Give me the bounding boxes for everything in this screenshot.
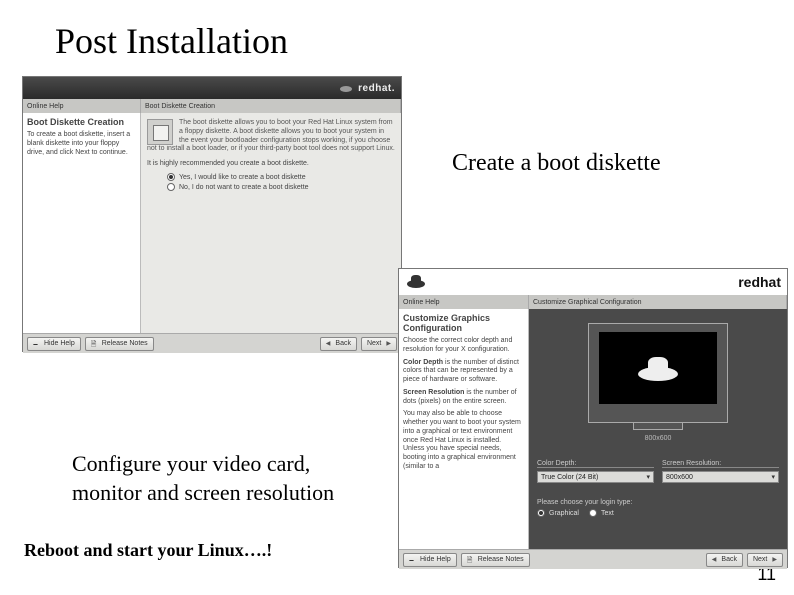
subhead-online-help: Online Help (23, 99, 141, 113)
caption-create-boot: Create a boot diskette (452, 150, 661, 177)
caption-line1: Configure your video card, (72, 450, 334, 479)
radio-no-label: No, I do not want to create a boot diske… (179, 184, 309, 191)
back-button[interactable]: Back (320, 337, 357, 351)
installer-header: redhat. (23, 77, 401, 99)
help-title: Boot Diskette Creation (27, 117, 136, 127)
installer-footer: 🗕 Hide Help 🗎 Release Notes Back Next (23, 333, 401, 353)
help-body: To create a boot diskette, insert a blan… (27, 131, 136, 157)
current-resolution: 800x600 (537, 435, 779, 442)
boot-recommend: It is highly recommended you create a bo… (147, 160, 395, 167)
notes-icon: 🗎 (91, 340, 99, 348)
notes-icon: 🗎 (467, 556, 475, 564)
radio-no[interactable] (167, 183, 175, 191)
color-depth-value: True Color (24 Bit) (541, 474, 598, 481)
release-notes-label: Release Notes (102, 340, 148, 347)
radio-no-row[interactable]: No, I do not want to create a boot diske… (167, 183, 395, 191)
login-type-prompt: Please choose your login type: (537, 499, 779, 506)
color-depth-dropdown[interactable]: True Color (24 Bit) (537, 471, 654, 483)
login-graphical-label: Graphical (549, 510, 579, 517)
help-p2-term: Color Depth (403, 359, 443, 366)
radio-yes[interactable] (167, 173, 175, 181)
monitor-preview (588, 323, 728, 423)
boot-desc: The boot diskette allows you to boot you… (147, 119, 395, 154)
help-panel: Customize Graphics Configuration Choose … (399, 309, 529, 549)
color-depth-label: Color Depth: (537, 460, 654, 468)
login-text-row[interactable]: Text (589, 509, 614, 517)
hide-help-label: Hide Help (44, 340, 75, 347)
installer-header: redhat (399, 269, 787, 295)
caption-configure: Configure your video card, monitor and s… (72, 450, 334, 507)
screenshot-graphics-config: redhat Online Help Customize Graphical C… (398, 268, 788, 568)
slide-title: Post Installation (55, 20, 288, 62)
back-button[interactable]: Back (706, 553, 743, 567)
redhat-brand: redhat. (358, 83, 395, 94)
login-graphical-row[interactable]: Graphical (537, 509, 579, 517)
hide-icon: 🗕 (409, 556, 417, 564)
redhat-brand: redhat (738, 274, 781, 290)
screen-res-value: 800x600 (666, 474, 693, 481)
installer-subheader: Online Help Customize Graphical Configur… (399, 295, 787, 309)
help-p1: Choose the correct color depth and resol… (403, 337, 524, 355)
caption-reboot: Reboot and start your Linux….! (24, 540, 272, 561)
next-label: Next (753, 556, 767, 563)
back-label: Back (335, 340, 351, 347)
screenshot-boot-diskette: redhat. Online Help Boot Diskette Creati… (22, 76, 402, 352)
radio-yes-row[interactable]: Yes, I would like to create a boot diske… (167, 173, 395, 181)
redhat-hat-icon (338, 81, 354, 95)
next-label: Next (367, 340, 381, 347)
page-icon (147, 119, 173, 145)
help-title: Customize Graphics Configuration (403, 313, 524, 333)
caption-line2: monitor and screen resolution (72, 479, 334, 508)
help-p3: Screen Resolution is the number of dots … (403, 389, 524, 407)
release-notes-label: Release Notes (478, 556, 524, 563)
screen-res-label: Screen Resolution: (662, 460, 779, 468)
next-button[interactable]: Next (747, 553, 783, 567)
color-depth-group: Color Depth: True Color (24 Bit) (537, 460, 654, 483)
screen-res-group: Screen Resolution: 800x600 (662, 460, 779, 483)
redhat-logo-left (405, 273, 427, 291)
hide-help-label: Hide Help (420, 556, 451, 563)
installer-subheader: Online Help Boot Diskette Creation (23, 99, 401, 113)
main-panel: The boot diskette allows you to boot you… (141, 113, 401, 333)
subhead-online-help: Online Help (399, 295, 529, 309)
help-panel: Boot Diskette Creation To create a boot … (23, 113, 141, 333)
subhead-page-title: Boot Diskette Creation (141, 99, 401, 113)
radio-yes-label: Yes, I would like to create a boot diske… (179, 174, 306, 181)
release-notes-button[interactable]: 🗎 Release Notes (85, 337, 154, 351)
monitor-screen (599, 332, 717, 404)
help-p2: Color Depth is the number of distinct co… (403, 359, 524, 385)
hide-icon: 🗕 (33, 340, 41, 348)
redhat-hat-icon (405, 273, 427, 291)
monitor-base (633, 422, 683, 430)
installer-footer: 🗕 Hide Help 🗎 Release Notes Back Next (399, 549, 787, 569)
radio-text[interactable] (589, 509, 597, 517)
screen-res-dropdown[interactable]: 800x600 (662, 471, 779, 483)
fedora-hat-icon (638, 353, 678, 383)
login-text-label: Text (601, 510, 614, 517)
hide-help-button[interactable]: 🗕 Hide Help (27, 337, 81, 351)
main-panel: 800x600 Color Depth: True Color (24 Bit)… (529, 309, 787, 549)
subhead-page-title: Customize Graphical Configuration (529, 295, 787, 309)
help-p3-term: Screen Resolution (403, 389, 464, 396)
back-label: Back (721, 556, 737, 563)
help-p4: You may also be able to choose whether y… (403, 410, 524, 471)
release-notes-button[interactable]: 🗎 Release Notes (461, 553, 530, 567)
hide-help-button[interactable]: 🗕 Hide Help (403, 553, 457, 567)
radio-graphical[interactable] (537, 509, 545, 517)
next-button[interactable]: Next (361, 337, 397, 351)
